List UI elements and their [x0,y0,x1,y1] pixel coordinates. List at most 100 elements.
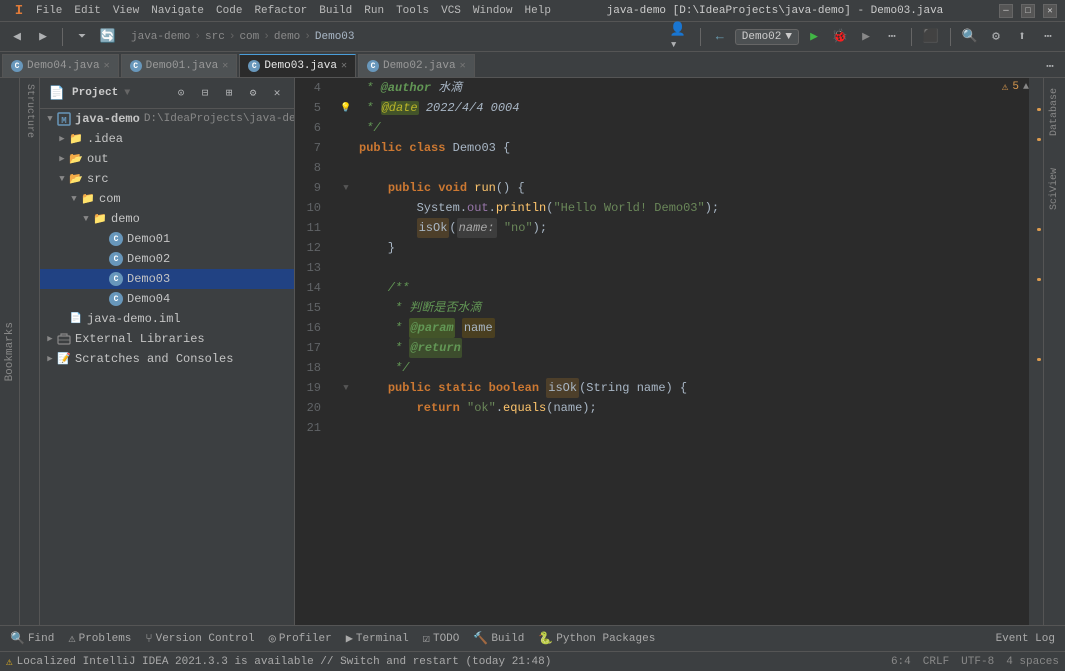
problems-label: Problems [79,633,132,645]
menu-view[interactable]: View [113,5,139,17]
run-with-coverage-button[interactable]: ▶ [855,26,877,48]
search-everywhere-button[interactable]: 🔍 [959,26,981,48]
terminal-icon: ▶ [346,631,353,646]
vcs-tool-button[interactable]: ⑂ Version Control [139,630,260,648]
menu-vcs[interactable]: VCS [441,5,461,17]
menu-edit[interactable]: Edit [74,5,100,17]
tree-item-external-libs[interactable]: ▶ External Libraries [40,329,294,349]
terminal-tool-button[interactable]: ▶ Terminal [340,629,415,648]
indent-setting[interactable]: 4 spaces [1006,656,1059,668]
tree-item-demo01[interactable]: C Demo01 [40,229,294,249]
menu-file[interactable]: File [36,5,62,17]
breadcrumb-demo[interactable]: demo [274,31,300,43]
sidebar-dropdown-arrow[interactable]: ▼ [124,88,130,99]
sidebar-new-file-button[interactable]: 📄 [46,82,68,104]
menu-window[interactable]: Window [473,5,513,17]
tab-demo03-close[interactable]: ✕ [341,60,347,72]
run-button[interactable]: ▶ [803,26,825,48]
breadcrumb-current[interactable]: Demo03 [315,31,355,43]
menu-run[interactable]: Run [364,5,384,17]
tab-demo03[interactable]: C Demo03.java ✕ [239,54,356,77]
sidebar-scroll-to-source[interactable]: ⊙ [170,82,192,104]
status-message[interactable]: Localized IntelliJ IDEA 2021.3.3 is avai… [17,656,887,668]
tree-item-src[interactable]: ▼ 📂 src [40,169,294,189]
settings-button[interactable]: ⚙ [985,26,1007,48]
recent-files-tab-button[interactable]: ⋯ [1039,55,1061,77]
toolbar-recent-files[interactable]: ⏷ [71,26,93,48]
code-line-14: /** [359,278,1029,298]
breadcrumb-com[interactable]: com [239,31,259,43]
tree-item-demo[interactable]: ▼ 📁 demo [40,209,294,229]
sidebar-close[interactable]: ✕ [266,82,288,104]
tree-item-java-demo[interactable]: ▼ M java-demo D:\IdeaProjects\java-demo [40,109,294,129]
scrollbar-marker-5 [1037,358,1041,361]
stop-button[interactable]: ⬛ [920,26,942,48]
line-ending[interactable]: CRLF [923,656,949,668]
python-icon: 🐍 [538,631,553,646]
menu-help[interactable]: Help [525,5,551,17]
debug-button[interactable]: 🐞 [829,26,851,48]
cursor-position[interactable]: 6:4 [891,656,911,668]
sciview-label[interactable]: SciView [1046,162,1063,216]
structure-label[interactable]: Structure [21,78,38,144]
tab-demo02-close[interactable]: ✕ [460,60,466,72]
tree-item-iml[interactable]: 📄 java-demo.iml [40,309,294,329]
tab-demo04-close[interactable]: ✕ [104,60,110,72]
tab-demo02[interactable]: C Demo02.java ✕ [358,54,475,77]
toolbar-nav-back[interactable]: ← [709,26,731,48]
close-button[interactable]: ✕ [1043,4,1057,18]
menu-tools[interactable]: Tools [396,5,429,17]
tree-item-scratches[interactable]: ▶ 📝 Scratches and Consoles [40,349,294,369]
scrollbar-marker-2 [1037,138,1041,141]
fold-19[interactable]: ▼ [337,378,355,398]
toolbar-back-button[interactable]: ◀ [6,26,28,48]
code-line-7: public class Demo03 { [359,138,1029,158]
python-packages-button[interactable]: 🐍 Python Packages [532,629,661,648]
update-button[interactable]: ⬆ [1011,26,1033,48]
tree-item-demo04[interactable]: C Demo04 [40,289,294,309]
event-log-button[interactable]: Event Log [990,631,1061,647]
idea-label: .idea [87,132,123,146]
fold-5[interactable]: 💡 [337,98,355,118]
maximize-button[interactable]: □ [1021,4,1035,18]
more-button[interactable]: ⋯ [1037,26,1059,48]
tabs-actions: ⋯ [1039,55,1065,77]
menu-refactor[interactable]: Refactor [254,5,307,17]
breadcrumb-project[interactable]: java-demo [131,31,190,43]
tree-item-demo03[interactable]: C Demo03 [40,269,294,289]
find-tool-button[interactable]: 🔍 Find [4,629,60,648]
menu-code[interactable]: Code [216,5,242,17]
toolbar-forward-button[interactable]: ▶ [32,26,54,48]
build-tool-button[interactable]: 🔨 Build [467,629,530,648]
fold-9[interactable]: ▼ [337,178,355,198]
tree-item-out[interactable]: ▶ 📂 out [40,149,294,169]
sidebar-settings[interactable]: ⚙ [242,82,264,104]
tree-item-demo02[interactable]: C Demo02 [40,249,294,269]
profiler-tool-button[interactable]: ◎ Profiler [263,629,338,648]
menu-navigate[interactable]: Navigate [151,5,204,17]
toolbar-account-button[interactable]: 👤▾ [670,26,692,48]
tree-item-idea[interactable]: ▶ 📁 .idea [40,129,294,149]
tab-demo01[interactable]: C Demo01.java ✕ [121,54,238,77]
sidebar-collapse-all[interactable]: ⊟ [194,82,216,104]
run-config-dropdown[interactable]: Demo02 ▼ [735,29,799,45]
tree-arrow-java-demo: ▼ [44,114,56,124]
more-run-options[interactable]: ⋯ [881,26,903,48]
minimize-button[interactable]: ─ [999,4,1013,18]
code-content[interactable]: * @author 水滴 * @date 2022/4/4 0004 */ pu… [355,78,1029,625]
sidebar-expand-all[interactable]: ⊞ [218,82,240,104]
encoding[interactable]: UTF-8 [961,656,994,668]
database-label[interactable]: Database [1046,82,1063,142]
tab-demo04[interactable]: C Demo04.java ✕ [2,54,119,77]
toolbar-sync[interactable]: 🔄 [97,26,119,48]
profiler-label: Profiler [279,633,332,645]
tree-item-com[interactable]: ▼ 📁 com [40,189,294,209]
breadcrumb-src[interactable]: src [205,31,225,43]
tab-demo01-close[interactable]: ✕ [222,60,228,72]
problems-tool-button[interactable]: ⚠ Problems [62,629,137,648]
menu-build[interactable]: Build [319,5,352,17]
bookmarks-label[interactable]: Bookmarks [4,322,16,381]
editor-scrollbar[interactable] [1029,78,1043,625]
com-label: com [99,192,121,206]
todo-tool-button[interactable]: ☑ TODO [417,629,466,648]
